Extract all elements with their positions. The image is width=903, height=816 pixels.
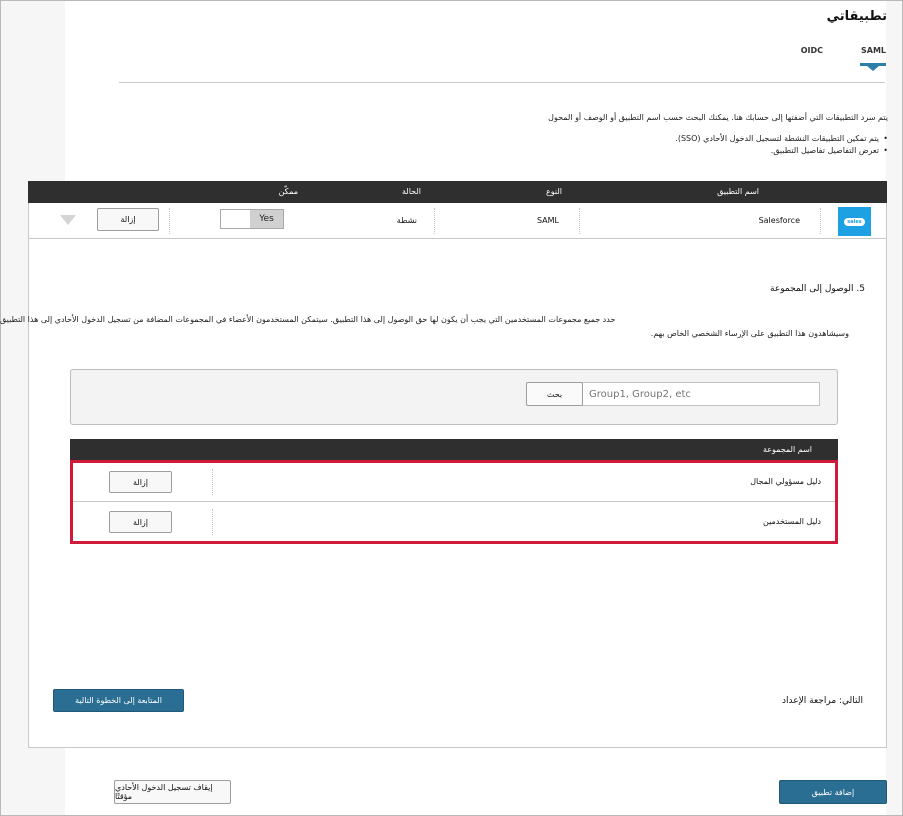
next-step-label: التالي: مراجعة الإعداد <box>782 696 863 706</box>
group-name: دليل مسؤولي المجال <box>750 477 821 486</box>
apps-table-header: اسم التطبيق النوع الحالة ممكّن <box>28 181 887 203</box>
remove-group-button[interactable]: إزالة <box>109 511 172 533</box>
group-search-input[interactable] <box>582 382 820 406</box>
col-enabled[interactable]: ممكّن <box>279 187 298 196</box>
app-status: نشطة <box>396 216 417 225</box>
info-bullets: يتم تمكين التطبيقات النشطة لتسجيل الدخول… <box>675 133 888 157</box>
list-item: دليل المستخدمين إزالة <box>73 503 835 542</box>
salesforce-logo-icon: sales <box>838 207 871 236</box>
toggle-on-label: Yes <box>250 210 283 228</box>
step-title: 5. الوصول إلى المجموعة <box>770 284 865 294</box>
col-status[interactable]: الحالة <box>402 187 421 196</box>
tab-oidc[interactable]: OIDC <box>801 46 823 55</box>
tabs-divider <box>119 82 885 83</box>
enabled-toggle[interactable]: Yes <box>220 209 284 229</box>
page-title: تطبيقاتي <box>826 9 887 24</box>
remove-group-button[interactable]: إزالة <box>109 471 172 493</box>
bullet-item: تعرض التفاصيل تفاصيل التطبيق. <box>675 145 888 157</box>
step-description: حدد جميع مجموعات المستخدمين التي يجب أن … <box>0 315 616 324</box>
right-margin <box>886 1 902 815</box>
group-search-panel: بحث <box>70 369 838 425</box>
page-description: يتم سرد التطبيقات التي أضفتها إلى حسابك … <box>548 113 888 122</box>
tab-saml[interactable]: SAML <box>861 46 886 55</box>
groups-list: دليل مسؤولي المجال إزالة دليل المستخدمين… <box>70 460 838 544</box>
pause-sso-button[interactable]: إيقاف تسجيل الدخول الأحادي مؤقتًا <box>114 780 231 804</box>
add-app-button[interactable]: إضافة تطبيق <box>779 780 887 804</box>
table-row[interactable]: sales Salesforce SAML نشطة Yes إزالة <box>29 203 886 239</box>
group-name: دليل المستخدمين <box>762 517 821 526</box>
remove-app-button[interactable]: إزالة <box>97 208 159 231</box>
expand-caret-icon[interactable] <box>60 215 76 225</box>
col-app-name[interactable]: اسم التطبيق <box>717 187 759 196</box>
col-group-name[interactable]: اسم المجموعة <box>763 445 812 454</box>
app-type: SAML <box>536 216 559 225</box>
app-name[interactable]: Salesforce <box>759 216 800 225</box>
search-button[interactable]: بحث <box>526 382 583 406</box>
bullet-item: يتم تمكين التطبيقات النشطة لتسجيل الدخول… <box>675 133 888 145</box>
list-item: دليل مسؤولي المجال إزالة <box>73 463 835 502</box>
continue-button[interactable]: المتابعة إلى الخطوة التالية <box>53 689 184 712</box>
active-tab-caret <box>867 66 879 71</box>
groups-table-header: اسم المجموعة <box>70 439 838 460</box>
step-description-cont: وسيشاهدون هذا التطبيق على الإرساء الشخصي… <box>650 329 849 338</box>
col-type[interactable]: النوع <box>546 187 562 196</box>
